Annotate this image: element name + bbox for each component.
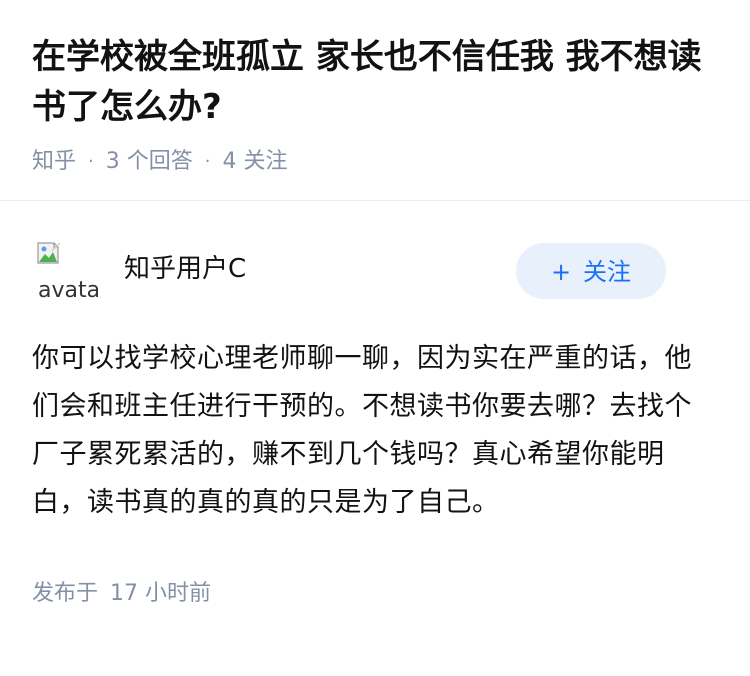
answer-card: avatar 知乎用户C + 关注 你可以找学校心理老师聊一聊，因为实在严重的话，…: [0, 201, 750, 609]
separator-dot: ·: [88, 151, 94, 172]
answer-content: 你可以找学校心理老师聊一聊，因为实在严重的话，他们会和班主任进行干预的。不想读书…: [32, 343, 692, 518]
author-row: avatar 知乎用户C + 关注: [32, 201, 718, 301]
answer-count[interactable]: 3 个回答: [106, 147, 193, 177]
question-source[interactable]: 知乎: [32, 147, 76, 177]
question-title[interactable]: 在学校被全班孤立 家长也不信任我 我不想读书了怎么办?: [32, 32, 718, 132]
separator-dot: ·: [204, 151, 211, 172]
author-name[interactable]: 知乎用户C: [124, 251, 246, 287]
follow-label: 关注: [583, 258, 632, 286]
plus-icon: +: [550, 258, 572, 286]
follower-count[interactable]: 4 关注: [222, 147, 287, 177]
question-meta: 知乎 · 3 个回答 · 4 关注: [32, 147, 718, 177]
follow-button[interactable]: + 关注: [516, 243, 666, 299]
answer-time: 发布于 17 小时前: [32, 579, 718, 609]
question-header: 在学校被全班孤立 家长也不信任我 我不想读书了怎么办? 知乎 · 3 个回答 ·…: [0, 0, 750, 174]
published-label: 发布于: [32, 581, 99, 606]
broken-image-icon: [37, 239, 64, 264]
avatar-alt-text: avatar: [38, 278, 98, 302]
published-time: 17 小时前: [110, 581, 212, 606]
avatar[interactable]: avatar: [32, 239, 98, 301]
